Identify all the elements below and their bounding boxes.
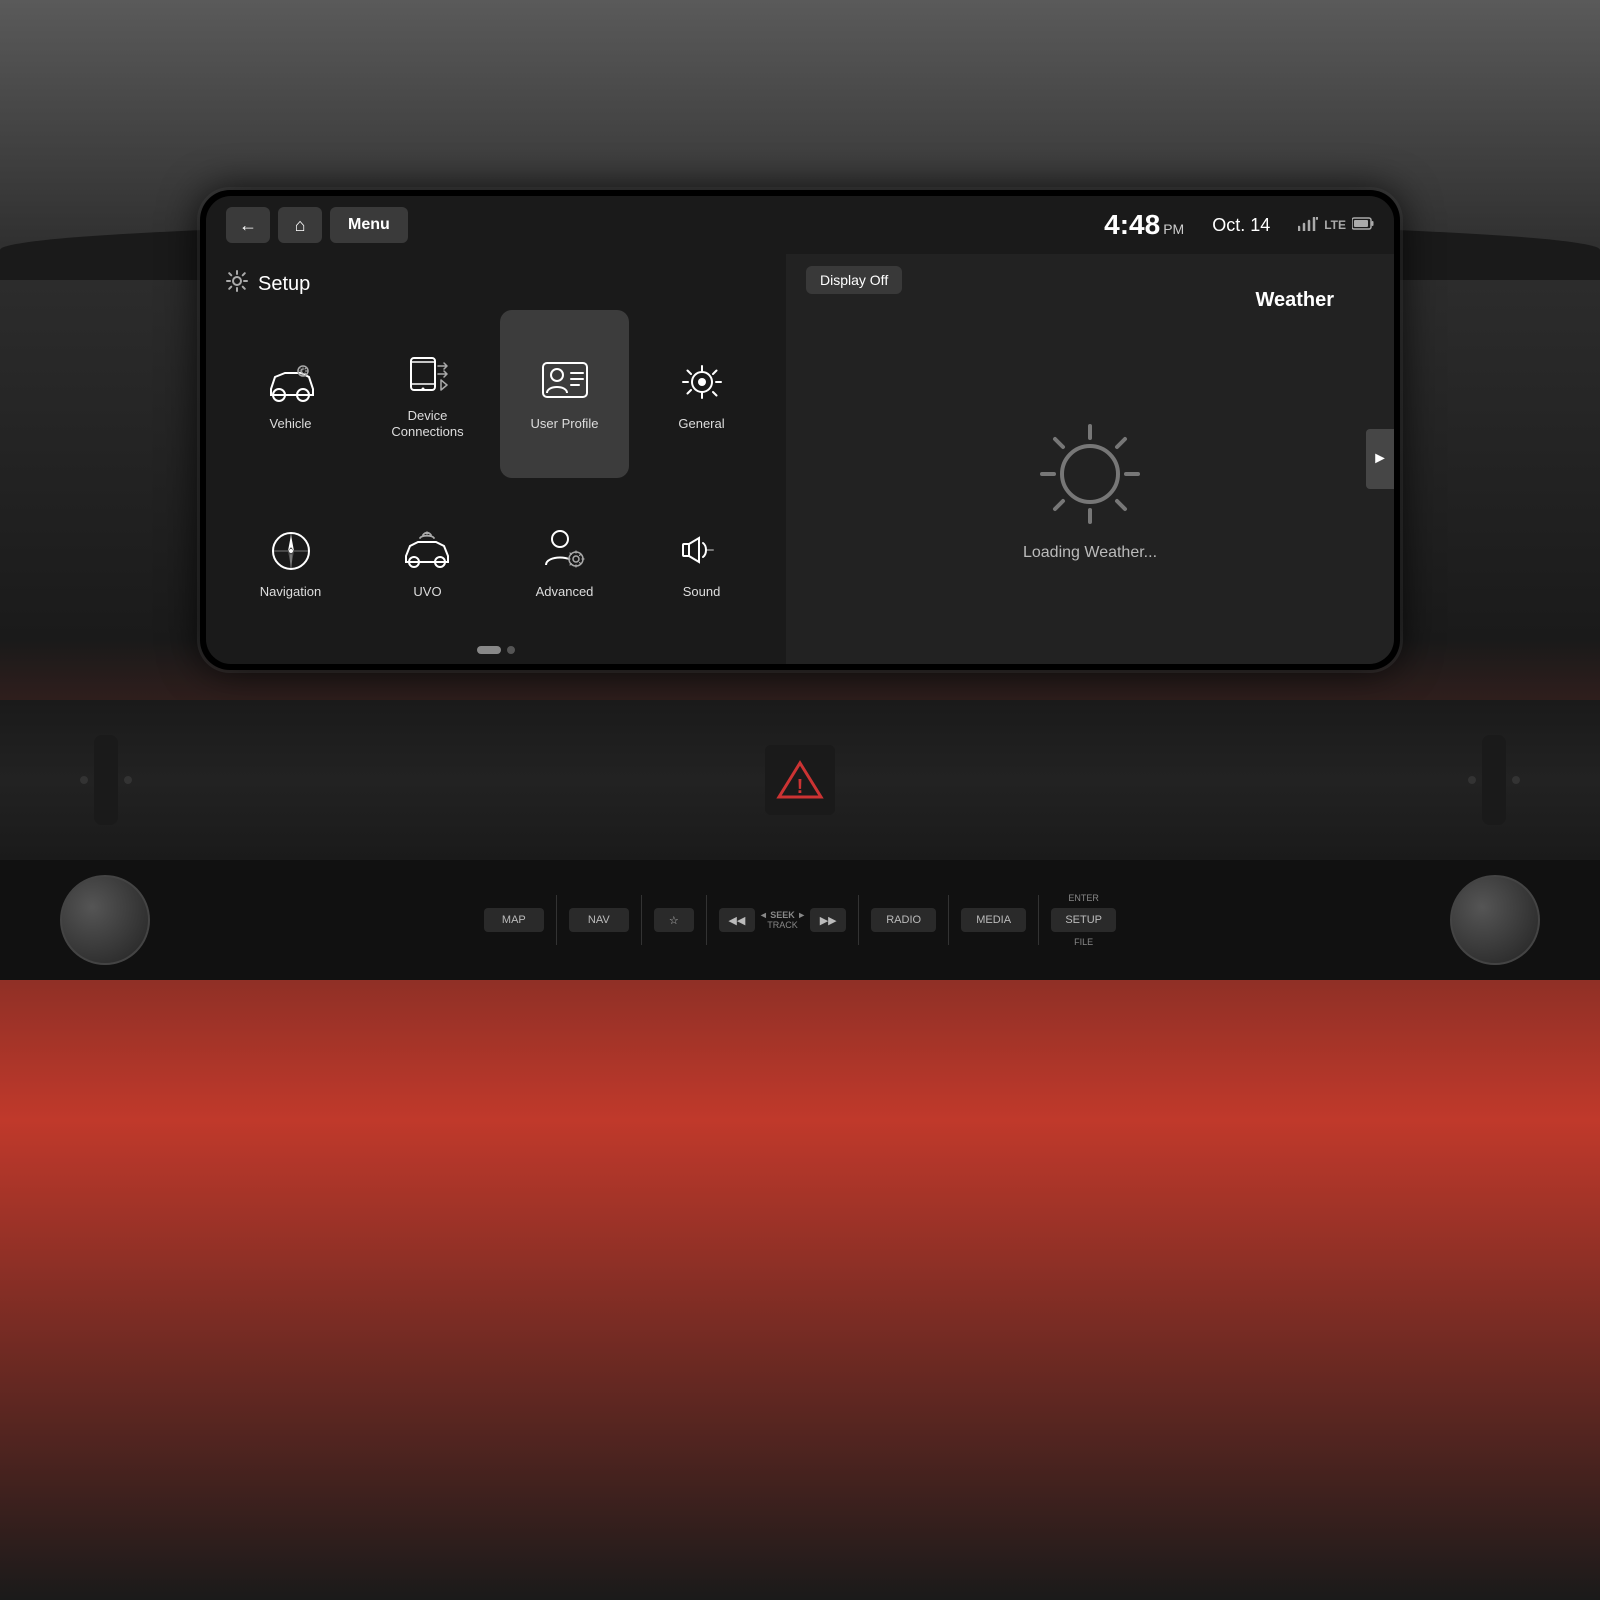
time-display: 4:48 PM [1104,209,1184,241]
loading-weather-text: Loading Weather... [1023,544,1157,562]
chevron-right-button[interactable]: ► [1366,429,1394,489]
menu-item-user-profile[interactable]: User Profile [500,310,629,478]
top-bar: ← ⌂ Menu 4:48 PM Oct. 14 [206,196,1394,254]
user-profile-label: User Profile [531,416,599,432]
date-display: Oct. 14 [1212,215,1270,236]
menu-item-general[interactable]: General [637,310,766,478]
enter-label: ENTER [1068,893,1099,903]
setup-label: Setup [258,273,310,296]
weather-sun-icon [1030,414,1150,534]
time-ampm: PM [1163,221,1184,237]
file-label: FILE [1074,937,1093,947]
display-off-button[interactable]: Display Off [806,266,902,294]
navigation-label: Navigation [260,584,321,600]
vol-knob[interactable] [60,875,150,965]
menu-item-device-connections[interactable]: DeviceConnections [363,310,492,478]
general-icon [672,356,732,408]
menu-item-sound[interactable]: Sound [637,486,766,638]
back-button[interactable]: ← [226,207,270,243]
uvo-label: UVO [413,584,441,600]
menu-item-navigation[interactable]: Navigation [226,486,355,638]
device-connections-label: DeviceConnections [391,408,463,439]
svg-text:!: ! [797,776,804,798]
seek-fwd-button[interactable]: ▶▶ [810,908,846,932]
nav-button[interactable]: NAV [569,908,629,932]
radio-button[interactable]: RADIO [871,908,936,932]
right-panel: Display Off Weather [786,254,1394,664]
hazard-button[interactable]: ! [765,745,835,815]
user-profile-icon [535,356,595,408]
weather-icon-area: Loading Weather... [1023,332,1157,644]
page-dot-1[interactable] [477,646,501,654]
page-dot-2[interactable] [507,646,515,654]
device-connections-icon [398,348,458,400]
advanced-icon [535,524,595,576]
tune-knob[interactable] [1450,875,1540,965]
time-value: 4:48 [1104,209,1160,241]
setup-header: Setup [226,264,766,310]
battery-icon [1352,217,1374,233]
screen-wrapper: ← ⌂ Menu 4:48 PM Oct. 14 [200,190,1400,670]
setup-ctrl-button[interactable]: SETUP [1051,908,1116,932]
lte-icon: LTE [1324,218,1346,232]
car-dashboard: ← ⌂ Menu 4:48 PM Oct. 14 [0,0,1600,1600]
navigation-icon [261,524,321,576]
media-button[interactable]: MEDIA [961,908,1026,932]
menu-panel: Setup [206,254,786,664]
menu-item-vehicle[interactable]: Vehicle [226,310,355,478]
menu-grid: Vehicle [226,310,766,638]
vehicle-icon [261,356,321,408]
menu-item-uvo[interactable]: UVO [363,486,492,638]
infotainment-screen: ← ⌂ Menu 4:48 PM Oct. 14 [206,196,1394,664]
status-icons: LTE [1298,217,1374,234]
uvo-icon [398,524,458,576]
home-button[interactable]: ⌂ [278,207,322,243]
map-button[interactable]: MAP [484,908,544,932]
controls-bar: MAP NAV ☆ ◀◀ ◄ SEEK ► TRACK [0,860,1600,980]
sound-icon [672,524,732,576]
menu-button[interactable]: Menu [330,207,408,243]
sound-label: Sound [683,584,721,600]
setup-gear-icon [226,270,248,298]
menu-item-advanced[interactable]: Advanced [500,486,629,638]
vehicle-label: Vehicle [270,416,312,432]
fav-button[interactable]: ☆ [654,908,694,932]
advanced-label: Advanced [536,584,594,600]
dash-lower: ! [0,700,1600,1600]
weather-section: Weather [786,254,1394,664]
seek-back-button[interactable]: ◀◀ [719,908,755,932]
vent-area: ! [0,700,1600,860]
main-content: Setup [206,254,1394,664]
general-label: General [678,416,724,432]
weather-title: Weather [1255,289,1334,312]
signal-icon [1298,217,1318,234]
